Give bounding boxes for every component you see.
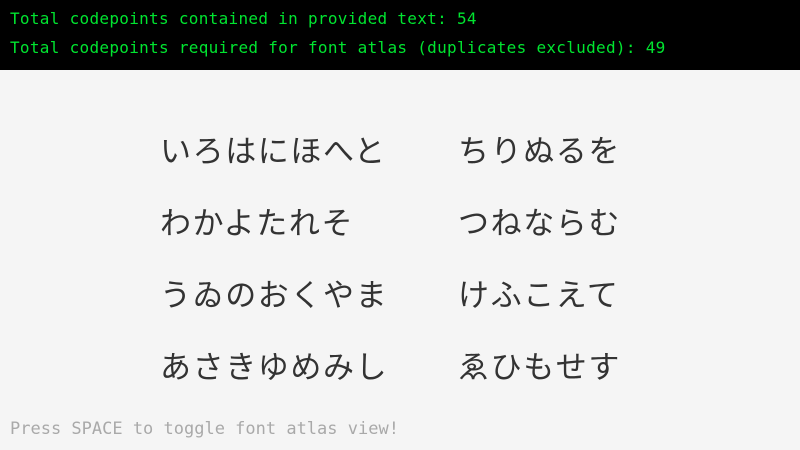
toggle-atlas-hint: Press SPACE to toggle font atlas view!: [10, 419, 399, 439]
poem-text: いろはにほへと ちりぬるを わかよたれそ つねならむ うゐのおくやま けふこえて…: [160, 112, 680, 400]
poem-line: わかよたれそ つねならむ: [160, 184, 680, 256]
poem-line-3-first: うゐのおくやま: [160, 277, 389, 314]
game-window[interactable]: Total codepoints contained in provided t…: [0, 0, 800, 450]
info-bar: Total codepoints contained in provided t…: [0, 0, 800, 70]
poem-line: あさきゆめみし ゑひもせす: [160, 328, 680, 400]
poem-line-2-first: わかよたれそ: [160, 205, 355, 242]
poem-line-4-second: ゑひもせす: [458, 349, 621, 386]
required-codepoints-text: Total codepoints required for font atlas…: [10, 38, 666, 57]
poem-line: いろはにほへと ちりぬるを: [160, 112, 680, 184]
poem-line-2-second: つねならむ: [458, 205, 621, 242]
poem-line-3-second: けふこえて: [458, 277, 620, 314]
poem-line: うゐのおくやま けふこえて: [160, 256, 680, 328]
poem-line-1-first: いろはにほへと: [160, 133, 387, 170]
poem-line-4-first: あさきゆめみし: [160, 349, 389, 386]
total-codepoints-text: Total codepoints contained in provided t…: [10, 9, 477, 28]
poem-line-1-second: ちりぬるを: [458, 133, 621, 170]
